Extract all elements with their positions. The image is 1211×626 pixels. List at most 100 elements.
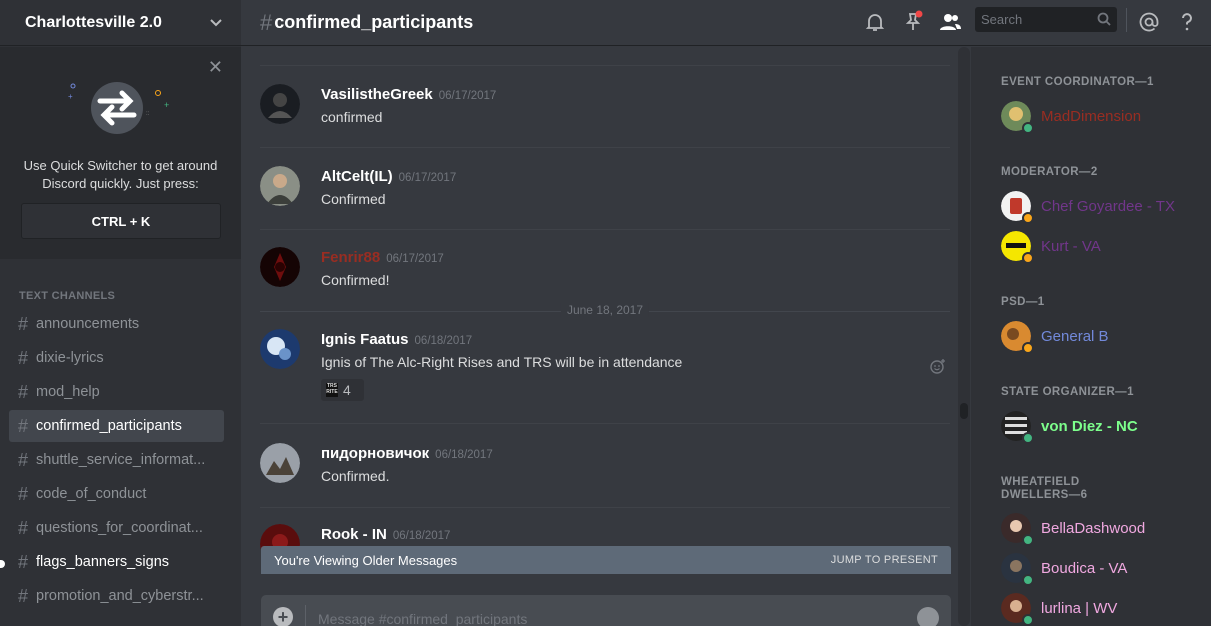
channel-label: questions_for_coordinat...	[36, 520, 203, 536]
message-divider	[260, 229, 950, 230]
message-author[interactable]: Rook - IN 06/18/2017	[321, 526, 450, 543]
channel-item-code-of-conduct[interactable]: # code_of_conduct	[9, 478, 224, 510]
search-input[interactable]: Search	[975, 7, 1117, 32]
older-messages-bar: You're Viewing Older Messages JUMP TO PR…	[261, 546, 951, 574]
author-name[interactable]: Fenrir88	[321, 249, 380, 266]
chevron-down-icon[interactable]	[209, 16, 223, 30]
member-name: von Diez - NC	[1041, 418, 1138, 435]
author-name[interactable]: AltCelt(IL)	[321, 168, 393, 185]
avatar[interactable]	[260, 166, 300, 206]
member-name: MadDimension	[1041, 108, 1142, 125]
hash-icon: #	[18, 347, 29, 368]
reaction-button[interactable]: TRS RITE 4	[321, 379, 364, 401]
status-online-icon	[1022, 614, 1034, 626]
member-item[interactable]: BellaDashwood	[1001, 513, 1201, 546]
member-name: lurlina | WV	[1041, 600, 1118, 617]
channel-item-mod-help[interactable]: # mod_help	[9, 376, 224, 408]
message-timestamp: 06/18/2017	[414, 335, 473, 347]
channel-item-shuttle-service[interactable]: # shuttle_service_informat...	[9, 444, 224, 476]
status-online-icon	[1022, 534, 1034, 546]
scrollbar-track[interactable]	[958, 47, 970, 626]
channel-item-confirmed-participants[interactable]: # confirmed_participants	[9, 410, 224, 442]
member-item[interactable]: lurlina | WV	[1001, 593, 1201, 626]
status-idle-icon	[1022, 342, 1034, 354]
avatar[interactable]	[260, 247, 300, 287]
avatar[interactable]	[260, 84, 300, 124]
message-author[interactable]: AltCelt(IL) 06/17/2017	[321, 168, 456, 185]
older-messages-label: You're Viewing Older Messages	[274, 553, 458, 568]
channel-sidebar: Charlottesville 2.0 ✕ + + :: Use Quick S…	[0, 0, 241, 626]
author-name[interactable]: VasilistheGreek	[321, 86, 433, 103]
message-divider	[260, 65, 950, 66]
channel-item-questions[interactable]: # questions_for_coordinat...	[9, 512, 224, 544]
category-header[interactable]: TEXT CHANNELS	[19, 290, 115, 302]
channel-label: confirmed_participants	[36, 418, 182, 434]
upload-plus-icon[interactable]: +	[273, 607, 293, 626]
svg-text:::: ::	[146, 111, 150, 117]
message-content: confirmed	[321, 109, 383, 125]
message-timestamp: 06/17/2017	[398, 172, 457, 184]
bell-icon[interactable]	[863, 10, 887, 34]
emoji-picker-icon[interactable]	[917, 607, 939, 626]
message-timestamp: 06/17/2017	[386, 253, 444, 265]
message-input[interactable]: Message #confirmed_participants	[318, 611, 527, 626]
header-divider	[1126, 8, 1127, 32]
message-author[interactable]: пидорновичок 06/18/2017	[321, 445, 493, 462]
member-item[interactable]: Boudica - VA	[1001, 553, 1201, 586]
avatar[interactable]	[260, 329, 300, 369]
guild-header[interactable]: Charlottesville 2.0	[0, 0, 241, 46]
channel-item-promotion[interactable]: # promotion_and_cyberstr...	[9, 580, 224, 612]
message-author[interactable]: Ignis Faatus 06/18/2017	[321, 331, 472, 348]
hash-icon: #	[18, 449, 29, 470]
channel-label: code_of_conduct	[36, 486, 147, 502]
hash-icon: #	[18, 585, 29, 606]
author-name[interactable]: пидорновичок	[321, 445, 429, 462]
author-name[interactable]: Rook - IN	[321, 526, 387, 543]
message-divider	[260, 423, 950, 424]
member-list: EVENT COORDINATOR—1 MadDimension MODERAT…	[971, 47, 1211, 626]
pin-icon[interactable]	[901, 10, 925, 34]
channel-label: promotion_and_cyberstr...	[36, 588, 204, 604]
channel-label: announcements	[36, 316, 140, 332]
channel-label: flags_banners_signs	[36, 554, 170, 570]
avatar[interactable]	[260, 443, 300, 483]
channel-item-flags-banners-signs[interactable]: # flags_banners_signs	[9, 546, 224, 578]
status-online-icon	[1022, 432, 1034, 444]
hash-icon: #	[18, 483, 29, 504]
member-item[interactable]: Chef Goyardee - TX	[1001, 191, 1201, 224]
status-online-icon	[1022, 122, 1034, 134]
quick-switcher-icon: + + ::	[68, 82, 169, 134]
member-item[interactable]: Kurt - VA	[1001, 231, 1201, 264]
status-idle-icon	[1022, 252, 1034, 264]
role-header: EVENT COORDINATOR—1	[1001, 76, 1154, 88]
message-author[interactable]: Fenrir88 06/17/2017	[321, 249, 444, 266]
date-divider-label: June 18, 2017	[560, 303, 650, 317]
search-icon	[1097, 12, 1111, 26]
member-item[interactable]: MadDimension	[1001, 101, 1201, 134]
member-item[interactable]: von Diez - NC	[1001, 411, 1201, 444]
channel-item-announcements[interactable]: # announcements	[9, 308, 224, 340]
help-icon[interactable]	[1175, 10, 1199, 34]
close-icon[interactable]: ✕	[208, 58, 223, 76]
svg-text:+: +	[68, 92, 73, 101]
jump-to-present-button[interactable]: JUMP TO PRESENT	[831, 554, 938, 566]
hash-icon: #	[18, 313, 29, 334]
member-item[interactable]: General B	[1001, 321, 1201, 354]
member-name: Boudica - VA	[1041, 560, 1128, 577]
quick-switcher-tip: ✕ + + :: Use Quick Switcher to get aroun…	[0, 47, 241, 259]
message-author[interactable]: VasilistheGreek 06/17/2017	[321, 86, 496, 103]
message-content: Confirmed	[321, 191, 386, 207]
add-reaction-icon[interactable]	[930, 358, 946, 374]
status-idle-icon	[1022, 212, 1034, 224]
author-name[interactable]: Ignis Faatus	[321, 331, 409, 348]
channel-item-dixie-lyrics[interactable]: # dixie-lyrics	[9, 342, 224, 374]
mention-icon[interactable]	[1137, 10, 1161, 34]
scrollbar-thumb[interactable]	[960, 403, 968, 419]
message-timestamp: 06/18/2017	[392, 530, 451, 542]
role-header: MODERATOR—2	[1001, 166, 1098, 178]
message-content: Confirmed!	[321, 272, 390, 288]
members-icon[interactable]	[938, 10, 962, 34]
unread-indicator	[0, 560, 5, 568]
message-divider	[260, 147, 950, 148]
channel-list: # announcements # dixie-lyrics # mod_help #…	[9, 308, 224, 614]
